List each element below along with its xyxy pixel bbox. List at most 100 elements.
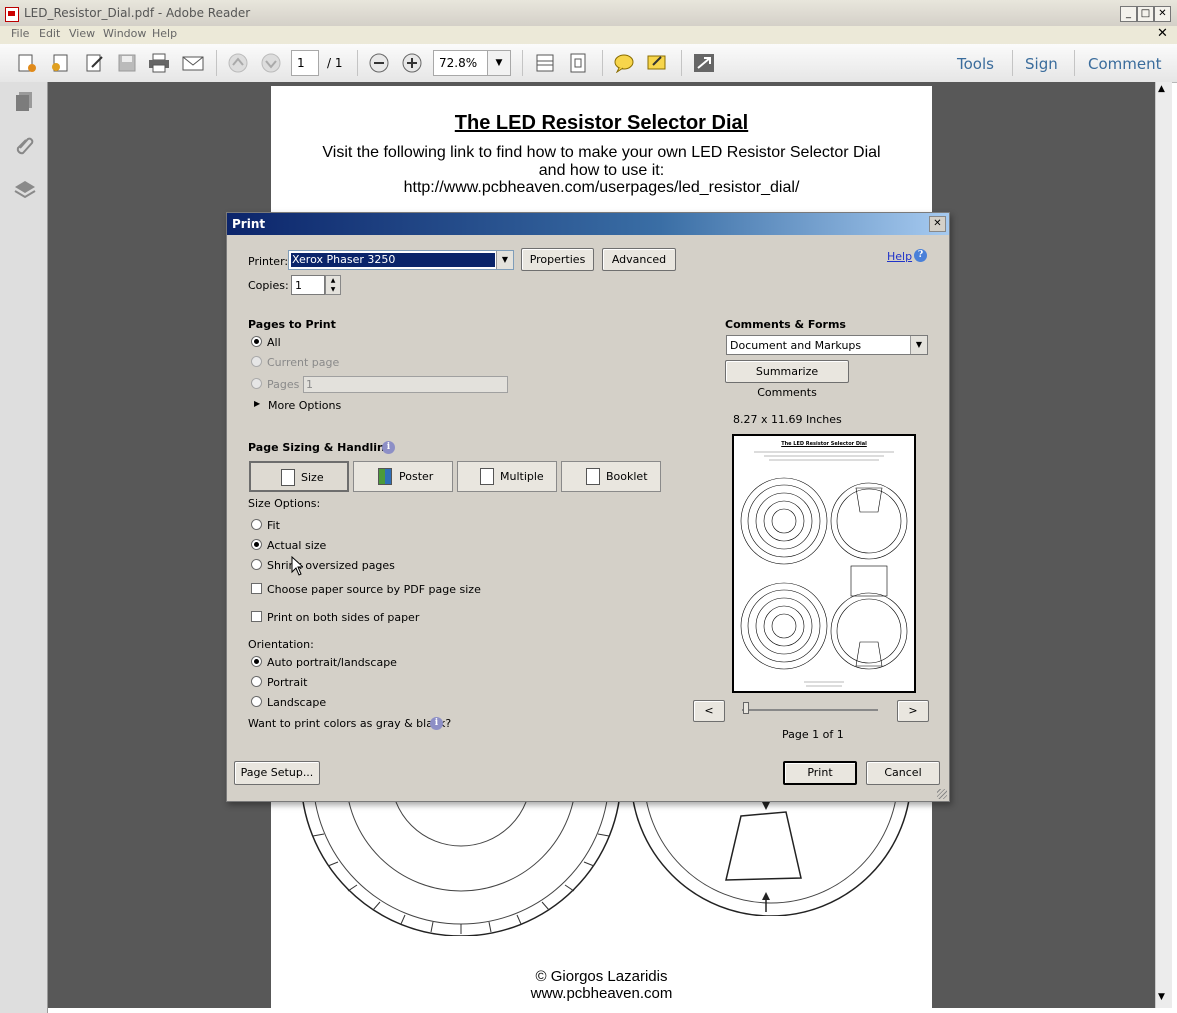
preview-prev-button[interactable]: < [693, 700, 725, 722]
summarize-comments-button[interactable]: Summarize Comments [725, 360, 849, 399]
open-icon[interactable] [49, 53, 71, 73]
preview-page-indicator: Page 1 of 1 [782, 728, 844, 741]
maximize-button[interactable]: □ [1137, 6, 1154, 22]
sign-pane-button[interactable]: Sign [1025, 55, 1058, 73]
menu-window[interactable]: Window [103, 27, 146, 40]
save-icon[interactable] [116, 53, 138, 73]
actual-size-radio[interactable] [251, 539, 262, 550]
both-sides-checkbox[interactable] [251, 611, 262, 622]
document-footer-author: © Giorgos Lazaridis [535, 968, 668, 985]
close-document-icon[interactable]: ✕ [1157, 26, 1168, 41]
copies-input[interactable]: 1 [291, 275, 325, 295]
multiple-tab-label: Multiple [500, 470, 544, 483]
next-page-icon[interactable] [260, 53, 282, 73]
preview-slider-handle[interactable] [743, 702, 749, 714]
highlight-icon[interactable] [646, 53, 668, 73]
document-link[interactable]: http://www.pcbheaven.com/userpages/led_r… [271, 179, 932, 197]
document-intro-line2: and how to use it: [538, 162, 665, 179]
chevron-down-icon[interactable]: ▼ [910, 336, 927, 354]
cancel-button[interactable]: Cancel [866, 761, 940, 785]
zoom-value: 72.8% [439, 56, 478, 70]
edit-pdf-icon[interactable] [84, 53, 106, 73]
menu-file[interactable]: File [11, 27, 29, 40]
comment-pane-button[interactable]: Comment [1088, 55, 1162, 73]
layers-icon[interactable] [13, 178, 37, 202]
booklet-tab-label: Booklet [606, 470, 648, 483]
properties-button[interactable]: Properties [521, 248, 594, 271]
attachments-icon[interactable] [13, 134, 37, 158]
zoom-out-icon[interactable] [368, 53, 390, 73]
advanced-button[interactable]: Advanced [602, 248, 676, 271]
orientation-label: Orientation: [248, 638, 314, 651]
multiple-tab[interactable]: Multiple [457, 461, 557, 492]
size-tab[interactable]: Size [249, 461, 349, 492]
pages-range-label: Pages [267, 378, 300, 391]
chevron-down-icon[interactable]: ▼ [496, 251, 513, 269]
print-dialog-titlebar: Print ✕ [227, 213, 949, 235]
actual-size-label: Actual size [267, 539, 327, 552]
more-options-toggle[interactable]: More Options [268, 399, 341, 412]
portrait-radio[interactable] [251, 676, 262, 687]
printer-label: Printer: [248, 255, 289, 268]
page-sizing-heading: Page Sizing & Handling [248, 441, 393, 454]
auto-orientation-radio[interactable] [251, 656, 262, 667]
info-icon[interactable]: i [382, 441, 395, 454]
poster-tab[interactable]: Poster [353, 461, 453, 492]
pages-range-radio[interactable] [251, 378, 262, 389]
help-icon[interactable]: ? [914, 249, 927, 262]
page-thumbnails-icon[interactable] [13, 90, 37, 114]
tools-pane-button[interactable]: Tools [957, 55, 994, 73]
zoom-in-icon[interactable] [401, 53, 423, 73]
mouse-cursor-icon [291, 556, 303, 576]
menu-view[interactable]: View [69, 27, 95, 40]
current-page-radio[interactable] [251, 356, 262, 367]
print-dialog: Print ✕ Printer: Xerox Phaser 3250 ▼ Pro… [226, 212, 950, 802]
scroll-down-icon[interactable]: ▼ [1158, 992, 1165, 1002]
chevron-down-icon[interactable]: ▼ [487, 51, 510, 75]
pages-range-input[interactable]: 1 [303, 376, 508, 393]
portrait-label: Portrait [267, 676, 308, 689]
size-icon [281, 469, 295, 486]
fit-radio[interactable] [251, 519, 262, 530]
preview-page-content [740, 451, 908, 687]
zoom-select[interactable]: 72.8% ▼ [433, 50, 511, 76]
fullscreen-icon[interactable] [693, 53, 715, 73]
landscape-radio[interactable] [251, 696, 262, 707]
paper-source-checkbox[interactable] [251, 583, 262, 594]
close-dialog-icon[interactable]: ✕ [929, 216, 946, 232]
menu-help[interactable]: Help [152, 27, 177, 40]
comments-forms-select[interactable]: Document and Markups ▼ [726, 335, 928, 355]
close-window-button[interactable]: ✕ [1154, 6, 1171, 22]
copies-stepper[interactable]: ▲ ▼ [325, 275, 341, 295]
preview-page-slider[interactable] [742, 709, 878, 711]
minimize-button[interactable]: _ [1120, 6, 1137, 22]
resize-grip[interactable] [937, 789, 947, 799]
print-preview: The LED Resistor Selector Dial [732, 434, 916, 693]
window-title: LED_Resistor_Dial.pdf - Adobe Reader [24, 6, 251, 20]
gray-print-question: Want to print colors as gray & black? [248, 717, 452, 730]
sticky-note-icon[interactable] [613, 53, 635, 73]
fit-page-icon[interactable] [567, 53, 589, 73]
fit-label: Fit [267, 519, 280, 532]
print-icon[interactable] [148, 53, 170, 73]
vertical-scrollbar[interactable]: ▲ ▼ [1155, 82, 1172, 1008]
info-icon[interactable]: i [430, 717, 443, 730]
shrink-oversized-label: Shrink oversized pages [267, 559, 395, 572]
menu-edit[interactable]: Edit [39, 27, 60, 40]
help-link[interactable]: Help [887, 250, 912, 263]
email-icon[interactable] [182, 53, 204, 73]
copies-value: 1 [295, 279, 302, 292]
shrink-oversized-radio[interactable] [251, 559, 262, 570]
previous-page-icon[interactable] [227, 53, 249, 73]
pages-all-radio[interactable] [251, 336, 262, 347]
fit-width-icon[interactable] [534, 53, 556, 73]
scroll-up-icon[interactable]: ▲ [1158, 84, 1165, 94]
printer-select[interactable]: Xerox Phaser 3250 ▼ [288, 250, 514, 270]
page-number-input[interactable]: 1 [291, 50, 319, 76]
page-setup-button[interactable]: Page Setup... [234, 761, 320, 785]
expand-triangle-icon[interactable]: ▶ [254, 399, 260, 408]
preview-next-button[interactable]: > [897, 700, 929, 722]
print-button[interactable]: Print [783, 761, 857, 785]
booklet-tab[interactable]: Booklet [561, 461, 661, 492]
create-pdf-icon[interactable] [16, 53, 38, 73]
